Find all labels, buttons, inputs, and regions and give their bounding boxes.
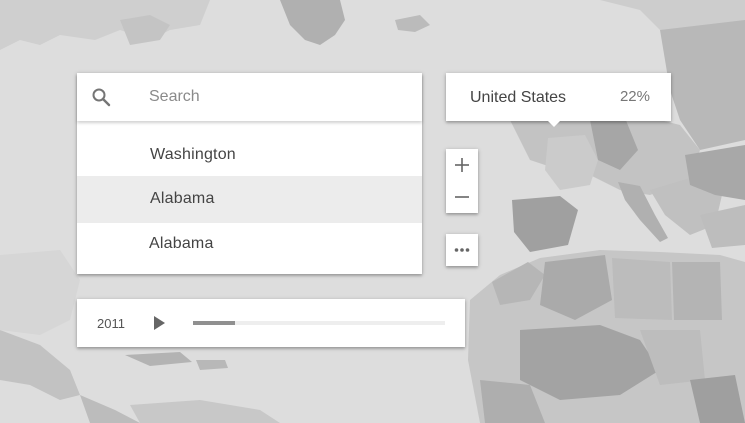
minus-icon: [455, 196, 469, 198]
zoom-controls: [446, 149, 478, 213]
landmass-egypt: [672, 262, 722, 320]
country-tooltip: United States 22%: [446, 73, 671, 127]
landmass-libya: [612, 258, 672, 320]
search-panel: Washington Alabama Alabama: [77, 73, 422, 274]
timeline-progress: [193, 321, 235, 325]
plus-icon: [455, 158, 469, 172]
zoom-in-button[interactable]: [446, 149, 478, 181]
search-result-item-highlighted[interactable]: Alabama: [77, 176, 422, 223]
tooltip-pointer: [547, 120, 561, 127]
more-options-button[interactable]: [446, 234, 478, 266]
timeline-track[interactable]: [193, 321, 445, 325]
tooltip-country-name: United States: [470, 89, 567, 106]
search-icon: [92, 88, 111, 107]
play-icon[interactable]: [151, 315, 167, 331]
search-result-item[interactable]: Alabama: [77, 221, 422, 268]
search-result-label: Alabama: [149, 235, 214, 252]
search-result-label: Alabama: [150, 190, 215, 207]
timeline-year: 2011: [97, 316, 125, 331]
search-bar: [77, 73, 422, 121]
search-result-label: Washington: [150, 146, 236, 163]
zoom-out-button[interactable]: [446, 181, 478, 213]
tooltip-value: 22%: [619, 88, 650, 105]
search-result-item[interactable]: Washington: [77, 132, 422, 179]
search-input[interactable]: [149, 85, 399, 109]
timeline-panel: 2011: [77, 299, 465, 347]
more-horizontal-icon: [454, 248, 470, 252]
